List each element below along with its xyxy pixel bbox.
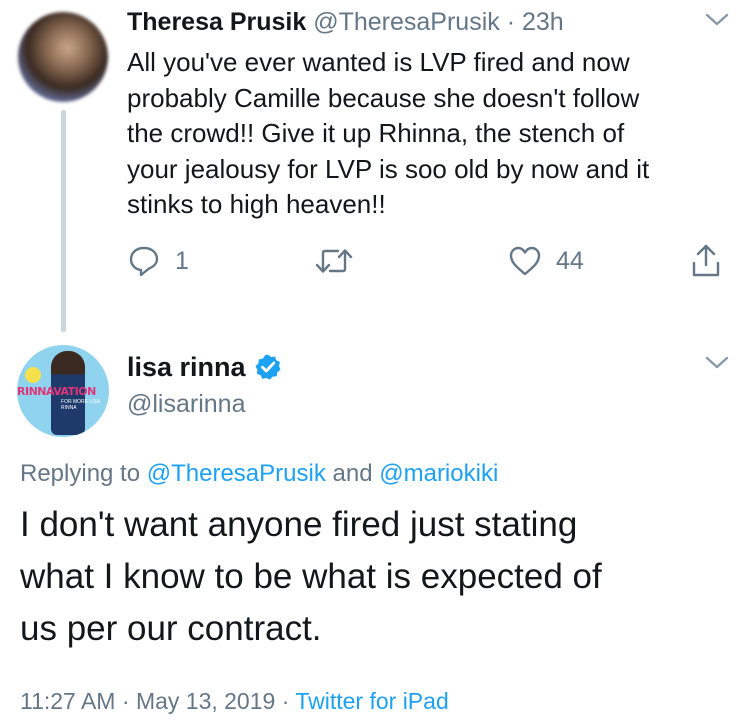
tweet2-author[interactable]: lisa rinna — [127, 350, 282, 384]
footer-separator-2: · — [275, 688, 296, 714]
reply-icon — [129, 246, 159, 277]
tweet1-meta-separator: · — [499, 8, 522, 36]
tweet2-date[interactable]: May 13, 2019 — [136, 688, 275, 714]
tweet2-author-name[interactable]: lisa rinna — [127, 350, 246, 384]
retweet-button[interactable] — [314, 243, 368, 279]
tweet2-time[interactable]: 11:27 AM — [20, 688, 115, 714]
like-count: 44 — [556, 246, 584, 275]
reply-count: 1 — [175, 246, 189, 275]
verified-badge-icon — [255, 354, 281, 380]
avatar-theresa-prusik[interactable] — [18, 12, 108, 102]
mention-link-theresaprusik[interactable]: @TheresaPrusik — [147, 460, 326, 487]
retweet-icon — [315, 249, 353, 273]
share-button[interactable] — [690, 243, 722, 279]
avatar-sun-graphic — [25, 367, 41, 383]
reply-button[interactable]: 1 — [127, 243, 189, 279]
like-button[interactable]: 44 — [508, 243, 584, 279]
tweet2-footer: 11:27 AM · May 13, 2019 · Twitter for iP… — [20, 686, 449, 716]
tweet1-text: All you've ever wanted is LVP fired and … — [127, 47, 650, 219]
tweet1-timestamp[interactable]: 23h — [522, 8, 564, 36]
chevron-down-icon[interactable] — [704, 12, 730, 28]
chevron-down-icon[interactable] — [704, 355, 730, 371]
tweet2-text: I don't want anyone fired just stating w… — [20, 505, 602, 648]
heart-icon — [509, 246, 541, 276]
tweet1-author-name[interactable]: Theresa Prusik — [127, 8, 306, 36]
footer-separator-1: · — [115, 688, 136, 714]
thread-connector-line — [61, 110, 66, 332]
avatar-brand-text: RINNAVATION — [17, 385, 96, 398]
mention-link-mariokiki[interactable]: @mariokiki — [379, 460, 498, 487]
replying-to-line: Replying to @TheresaPrusik and @mariokik… — [20, 458, 498, 490]
tweet2-author-handle[interactable]: @lisarinna — [127, 388, 245, 420]
tweet2-source-link[interactable]: Twitter for iPad — [295, 688, 448, 714]
tweet1-header: Theresa Prusik @TheresaPrusik · 23h — [127, 6, 564, 38]
share-icon — [692, 244, 720, 277]
replying-and: and — [325, 460, 380, 487]
avatar-brand-tagline: FOR MORE LISA RINNA — [61, 399, 100, 411]
replying-prefix: Replying to — [20, 460, 147, 487]
tweet1-author-handle[interactable]: @TheresaPrusik — [313, 8, 500, 36]
avatar-lisa-rinna[interactable]: RINNAVATION FOR MORE LISA RINNA — [17, 345, 109, 437]
